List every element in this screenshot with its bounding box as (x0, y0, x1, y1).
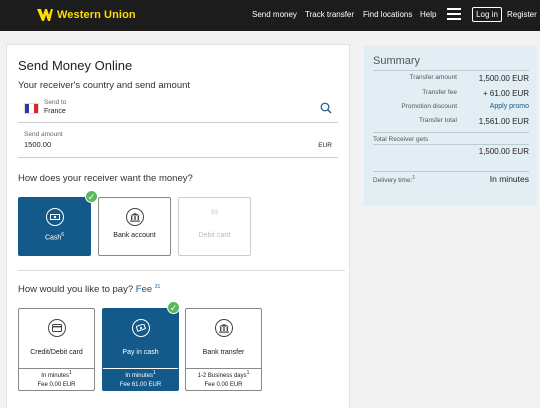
credit-debit-card-details: In minutes1 Fee 0.00 EUR (19, 368, 94, 390)
transfer-amount-value: 1,500.00 EUR (478, 74, 529, 83)
delivery-time-footnote: 1 (412, 175, 416, 181)
send-amount-field[interactable]: Send amount 1500.00 EUR (18, 128, 338, 158)
bank-transfer-icon (214, 319, 233, 337)
login-button[interactable]: Log in (472, 7, 502, 22)
pay-in-cash-speed-footnote: 1 (152, 370, 156, 376)
credit-card-speed-footnote: 1 (68, 370, 72, 376)
pay-method-heading-text: How would you like to pay? (18, 284, 134, 296)
apply-promo-link[interactable]: Apply promo (490, 103, 529, 110)
send-money-form: Send Money Online Your receiver's countr… (6, 44, 350, 408)
send-to-value: France (44, 108, 66, 115)
bank-transfer-speed-footnote: 1 (246, 370, 250, 376)
receive-method-heading: How does your receiver want the money? (18, 173, 193, 184)
receive-option-bank-account[interactable]: Bank account (98, 197, 171, 256)
cash-footnote: 6 (61, 232, 65, 238)
top-navigation-bar: Western Union Send money Track transfer … (0, 0, 540, 31)
debit-card-label: Debit card (198, 232, 231, 239)
pay-option-pay-in-cash[interactable]: Pay in cash In minutes1 Fee 61.00 EUR (102, 308, 179, 391)
transfer-fee-value: + 61.00 EUR (482, 89, 529, 98)
summary-title: Summary (373, 55, 421, 67)
summary-divider (373, 132, 529, 133)
transfer-fee-label: Transfer fee (422, 89, 457, 96)
section-divider (18, 270, 345, 271)
credit-card-icon (47, 319, 66, 337)
nav-help[interactable]: Help (420, 10, 436, 19)
fee-link-text: Fee (135, 284, 153, 296)
cash-label: Cash (44, 234, 62, 242)
summary-row-transfer-total: Transfer total 1,561.00 EUR (364, 117, 537, 127)
receiver-gets-label: Total Receiver gets (373, 136, 429, 143)
nav-send-money[interactable]: Send money (252, 10, 297, 19)
pay-in-cash-label: Pay in cash (122, 349, 159, 356)
pay-in-cash-selected-check-icon: ✓ (167, 301, 180, 314)
receive-option-debit-card: $$ Debit card (178, 197, 251, 256)
send-amount-value: 1500.00 (24, 140, 52, 149)
transfer-total-label: Transfer total (418, 117, 457, 124)
france-flag-icon (24, 103, 39, 114)
summary-panel: Summary Transfer amount 1,500.00 EUR Tra… (364, 46, 537, 206)
pay-option-bank-transfer[interactable]: Bank transfer 1-2 Business days1 Fee 0.0… (185, 308, 262, 391)
send-amount-currency: EUR (318, 142, 332, 149)
pay-method-heading: How would you like to pay? Fee 31 (18, 284, 160, 295)
send-amount-label: Send amount (24, 131, 63, 138)
receive-option-cash[interactable]: Cash6 (18, 197, 91, 256)
menu-icon[interactable] (447, 8, 461, 20)
western-union-logo[interactable]: Western Union (37, 9, 136, 21)
summary-divider (373, 171, 529, 172)
credit-card-speed: In minutes (41, 373, 69, 379)
bank-account-label: Bank account (113, 232, 156, 239)
pay-option-credit-debit-card[interactable]: Credit/Debit card In minutes1 Fee 0.00 E… (18, 308, 95, 391)
credit-debit-card-label: Credit/Debit card (30, 349, 83, 356)
delivery-time-label-text: Delivery time: (373, 177, 413, 185)
bank-icon (125, 208, 144, 226)
delivery-time-label: Delivery time:1 (373, 175, 415, 184)
transfer-total-value: 1,561.00 EUR (478, 117, 529, 126)
bank-transfer-fee: Fee 0.00 EUR (204, 382, 243, 388)
promotion-discount-label: Promotion discount (401, 103, 457, 110)
transfer-amount-label: Transfer amount (409, 74, 457, 81)
send-to-label: Send to (44, 99, 67, 106)
wu-logo-icon (37, 9, 53, 21)
bank-transfer-label: Bank transfer (202, 349, 245, 356)
credit-card-fee: Fee 0.00 EUR (37, 382, 76, 388)
send-to-field[interactable]: Send to France (18, 93, 338, 123)
summary-divider (373, 144, 529, 145)
summary-row-transfer-fee: Transfer fee + 61.00 EUR (364, 89, 537, 99)
page-title: Send Money Online (18, 58, 133, 73)
debit-card-icon: $$ (211, 210, 218, 216)
bank-transfer-details: 1-2 Business days1 Fee 0.00 EUR (186, 368, 261, 390)
fee-link[interactable]: Fee 31 (136, 284, 161, 295)
brand-name: Western Union (57, 9, 136, 21)
register-link[interactable]: Register (507, 10, 537, 19)
fee-footnote: 31 (154, 284, 161, 290)
summary-divider (373, 70, 529, 71)
country-amount-heading: Your receiver's country and send amount (18, 80, 191, 91)
summary-row-promotion-discount: Promotion discount Apply promo (364, 103, 537, 113)
bank-transfer-speed: 1-2 Business days (197, 373, 247, 379)
pay-in-cash-details: In minutes1 Fee 61.00 EUR (103, 368, 178, 390)
receiver-gets-value: 1,500.00 EUR (478, 147, 529, 156)
summary-row-transfer-amount: Transfer amount 1,500.00 EUR (364, 74, 537, 84)
pay-in-cash-fee: Fee 61.00 EUR (119, 382, 162, 388)
search-icon[interactable] (320, 102, 332, 114)
pay-in-cash-speed: In minutes (125, 373, 153, 379)
nav-find-locations[interactable]: Find locations (363, 10, 412, 19)
pay-in-cash-icon (131, 319, 150, 337)
delivery-time-value: In minutes (489, 174, 529, 184)
cash-selected-check-icon: ✓ (85, 190, 98, 203)
cash-icon (45, 208, 64, 226)
nav-track-transfer[interactable]: Track transfer (305, 10, 354, 19)
